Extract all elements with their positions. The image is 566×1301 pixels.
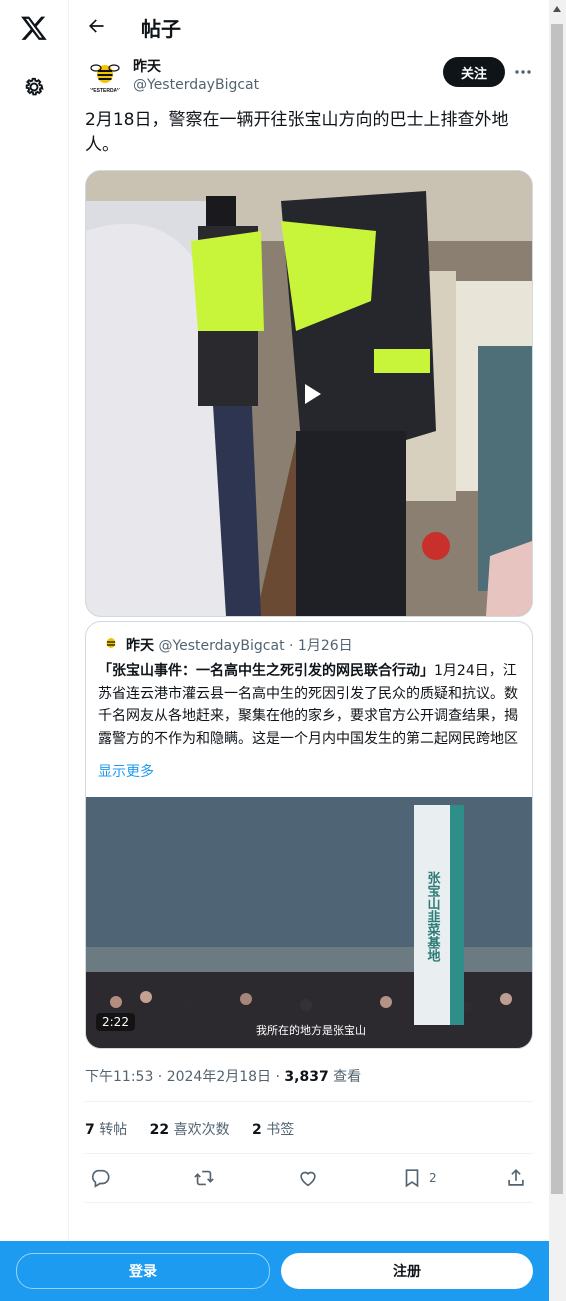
timestamp-text[interactable]: 下午11:53 · 2024年2月18日 · <box>85 1069 284 1085</box>
quote-avatar <box>106 638 116 648</box>
arrow-left-icon[interactable] <box>86 16 106 36</box>
reply-button[interactable] <box>89 1166 111 1190</box>
tweet-video[interactable] <box>85 170 533 617</box>
quote-title: 「张宝山事件：一名高中生之死引发的网民联合行动」 <box>98 663 434 679</box>
action-bar: 2 <box>85 1166 533 1192</box>
author-handle[interactable]: @YesterdayBigcat <box>133 77 259 93</box>
heart-icon <box>300 1171 316 1187</box>
tweet-timestamp: 下午11:53 · 2024年2月18日 · 3,837 查看 <box>85 1066 361 1086</box>
svg-text:YESTERDAY: YESTERDAY <box>90 88 121 94</box>
reply-icon <box>91 1169 110 1188</box>
engagement-stats: 7 转帖 22 喜欢次数 2 书签 <box>85 1119 312 1139</box>
bookmarks-count: 2 <box>252 1122 262 1138</box>
likes-stat[interactable]: 22 喜欢次数 <box>150 1122 230 1138</box>
signup-button[interactable]: 注册 <box>281 1253 533 1289</box>
retweet-button[interactable] <box>193 1166 215 1190</box>
scrollbar[interactable] <box>549 0 566 1301</box>
show-more-link[interactable]: 显示更多 <box>98 761 154 781</box>
bookmarks-label: 书签 <box>266 1122 295 1138</box>
retweets-count: 7 <box>85 1122 95 1138</box>
bookmarks-stat[interactable]: 2 书签 <box>252 1122 294 1138</box>
share-button[interactable] <box>505 1166 527 1190</box>
video-duration: 2:22 <box>96 1013 135 1031</box>
x-logo-icon[interactable] <box>20 14 48 42</box>
bookmark-count: 2 <box>429 1171 437 1185</box>
views-label: 查看 <box>328 1069 362 1085</box>
quote-author-name: 昨天 <box>126 638 154 654</box>
gear-icon[interactable] <box>22 75 46 99</box>
quote-video-frame: 张宝山韭菜基地 <box>86 797 532 1048</box>
page-title: 帖子 <box>141 17 181 41</box>
more-options-icon[interactable] <box>513 62 533 82</box>
divider <box>85 1101 533 1102</box>
post-column: 帖子 YESTERDAY 昨天 @YesterdayBigcat 关注 2月18… <box>69 0 549 1301</box>
scroll-up-arrow-icon[interactable] <box>553 6 561 12</box>
divider <box>85 1202 533 1203</box>
scrollbar-thumb[interactable] <box>551 24 563 1194</box>
quote-text: 「张宝山事件：一名高中生之死引发的网民联合行动」1月24日，江苏省连云港市灌云县… <box>98 660 518 750</box>
play-icon[interactable] <box>293 376 329 412</box>
retweets-label: 转帖 <box>99 1122 128 1138</box>
login-banner: 登录 注册 <box>0 1241 549 1301</box>
likes-label: 喜欢次数 <box>173 1122 230 1138</box>
divider <box>85 1153 533 1154</box>
bookmark-button[interactable]: 2 <box>401 1166 437 1190</box>
bee-logo-icon: YESTERDAY <box>90 64 121 94</box>
bookmark-icon <box>405 1169 419 1188</box>
author-name[interactable]: 昨天 <box>133 56 161 76</box>
avatar[interactable]: YESTERDAY <box>85 55 125 95</box>
quote-meta: @YesterdayBigcat · 1月26日 <box>158 638 353 654</box>
quoted-tweet[interactable]: 昨天 @YesterdayBigcat · 1月26日 「张宝山事件：一名高中生… <box>85 621 533 1049</box>
share-icon <box>508 1169 524 1186</box>
like-button[interactable] <box>297 1166 319 1190</box>
views-count: 3,837 <box>284 1069 329 1085</box>
likes-count: 22 <box>149 1122 170 1138</box>
login-button[interactable]: 登录 <box>16 1253 270 1289</box>
top-bar: 帖子 <box>69 0 549 53</box>
retweet-icon <box>194 1170 214 1186</box>
follow-button[interactable]: 关注 <box>443 57 505 87</box>
svg-text:张宝山韭菜基地: 张宝山韭菜基地 <box>425 871 442 963</box>
video-caption: 我所在的地方是张宝山 <box>256 1024 366 1037</box>
retweets-stat[interactable]: 7 转帖 <box>85 1122 127 1138</box>
quote-video[interactable]: 张宝山韭菜基地 2:22 我所在的地方是张宝山 <box>86 797 532 1048</box>
tweet-text: 2月18日，警察在一辆开往张宝山方向的巴士上排查外地人。 <box>85 110 509 155</box>
left-nav-rail <box>0 0 69 1301</box>
quote-header: 昨天 @YesterdayBigcat · 1月26日 <box>126 635 353 655</box>
